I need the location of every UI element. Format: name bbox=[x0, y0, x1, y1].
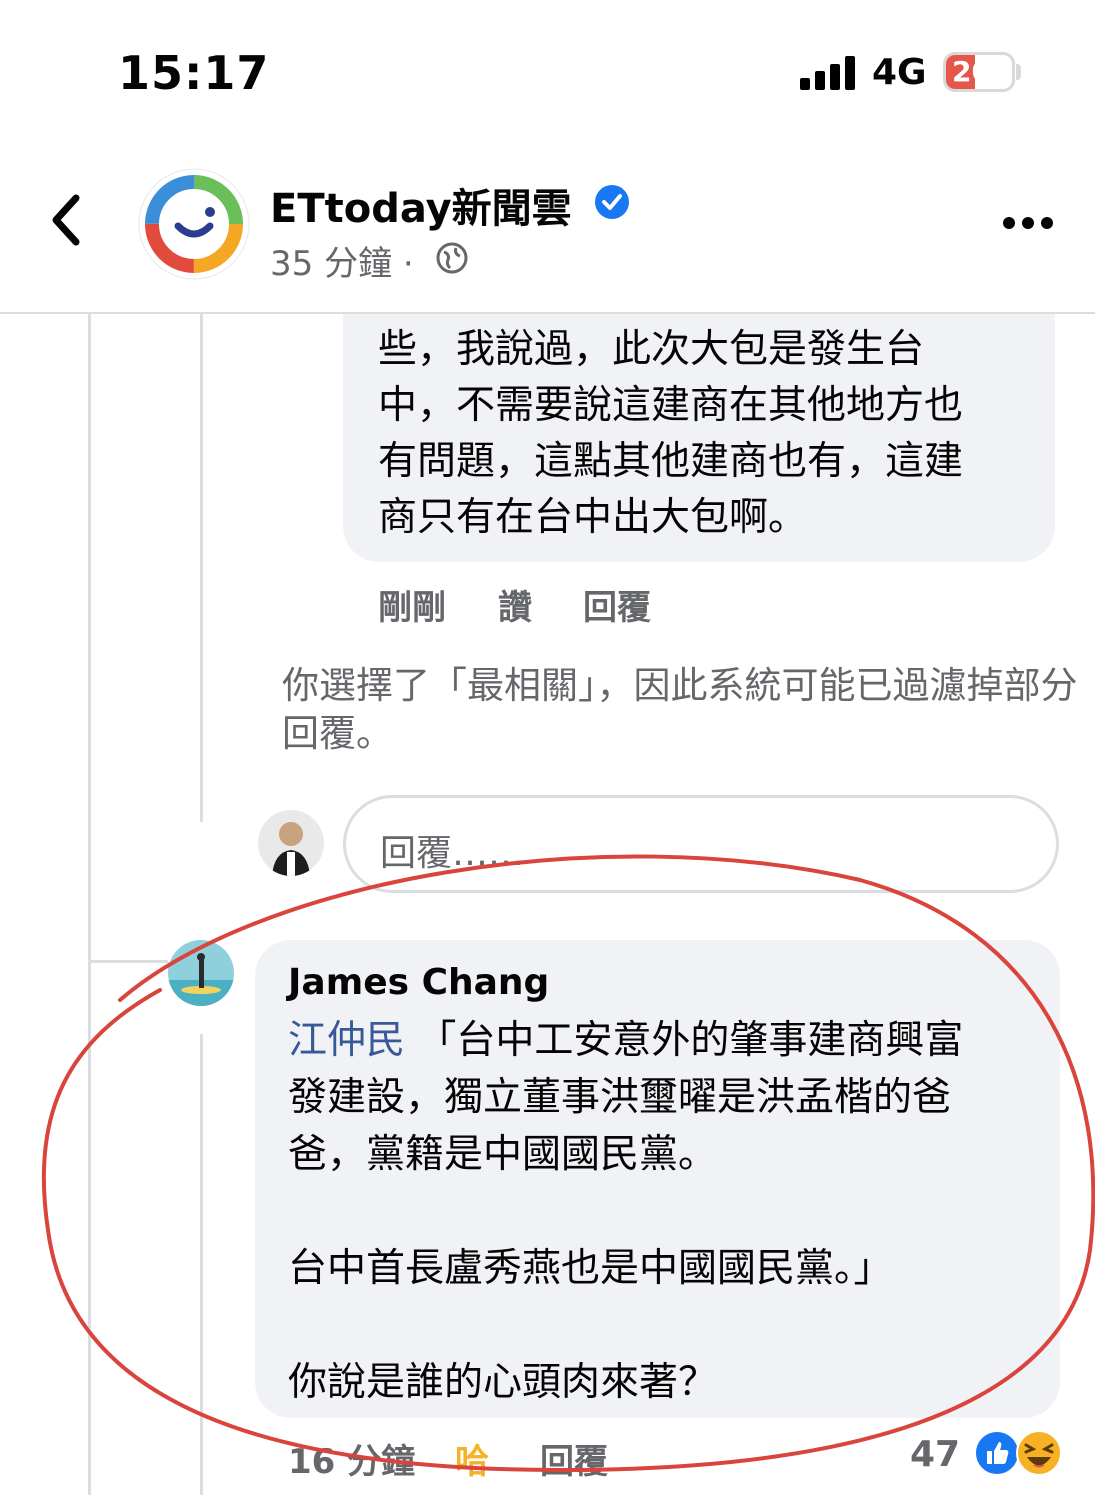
comment-reply-button[interactable]: 回覆 bbox=[540, 1434, 608, 1483]
thread-connector bbox=[88, 960, 168, 963]
battery-icon: 20 bbox=[943, 52, 1015, 92]
comment-text: 江仲民 「台中工安意外的肇事建商興富 發建設，獨立董事洪璽曜是洪孟楷的爸 爸，黨… bbox=[288, 1012, 1048, 1411]
page-name[interactable]: ETtoday新聞雲 bbox=[270, 176, 572, 234]
thread-line-outer bbox=[88, 312, 91, 1495]
user-avatar bbox=[258, 810, 324, 876]
status-bar: 15:17 4G 20 bbox=[0, 0, 1095, 140]
reply-reply-button[interactable]: 回覆 bbox=[583, 580, 651, 629]
comment-author[interactable]: James Chang bbox=[288, 962, 549, 1003]
globe-icon bbox=[436, 242, 468, 274]
reply-text: 些，我說過，此次大包是發生台 中，不需要說這建商在其他地方也 有問題，這點其他建… bbox=[378, 327, 964, 540]
james-chang-avatar[interactable] bbox=[168, 940, 234, 1006]
haha-reaction-icon bbox=[1016, 1430, 1062, 1476]
reply-time: 剛剛 bbox=[378, 588, 446, 628]
network-type: 4G bbox=[872, 52, 927, 93]
signal-icon bbox=[800, 56, 855, 90]
reaction-count[interactable]: 47 bbox=[910, 1434, 960, 1475]
comment-body: 「台中工安意外的肇事建商興富 發建設，獨立董事洪璽曜是洪孟楷的爸 爸，黨籍是中國… bbox=[288, 1018, 964, 1405]
reply-input[interactable]: 回覆…… bbox=[343, 795, 1059, 893]
verified-badge-icon bbox=[595, 185, 629, 219]
back-icon[interactable] bbox=[46, 190, 86, 250]
post-header: ETtoday新聞雲 35 分鐘 · bbox=[0, 140, 1095, 314]
post-timestamp[interactable]: 35 分鐘 · bbox=[270, 236, 414, 285]
status-time: 15:17 bbox=[118, 46, 270, 100]
thread-line-inner bbox=[200, 312, 203, 822]
like-reaction-icon bbox=[974, 1430, 1020, 1476]
more-options-icon[interactable] bbox=[1002, 216, 1054, 230]
haha-reaction-button[interactable]: 哈 bbox=[455, 1434, 489, 1483]
filter-notice: 你選擇了「最相關」，因此系統可能已過濾掉部分回覆。 bbox=[282, 664, 1078, 755]
reply-placeholder: 回覆…… bbox=[380, 833, 525, 874]
reply-like-button[interactable]: 讚 bbox=[498, 580, 532, 629]
mention-link[interactable]: 江仲民 bbox=[288, 1018, 405, 1063]
ettoday-logo-avatar[interactable] bbox=[138, 168, 250, 280]
comment-time: 16 分鐘 bbox=[288, 1442, 416, 1482]
battery-cap bbox=[1016, 64, 1021, 80]
thread-line-reply bbox=[200, 1034, 203, 1495]
battery-percent: 20 bbox=[952, 55, 991, 88]
